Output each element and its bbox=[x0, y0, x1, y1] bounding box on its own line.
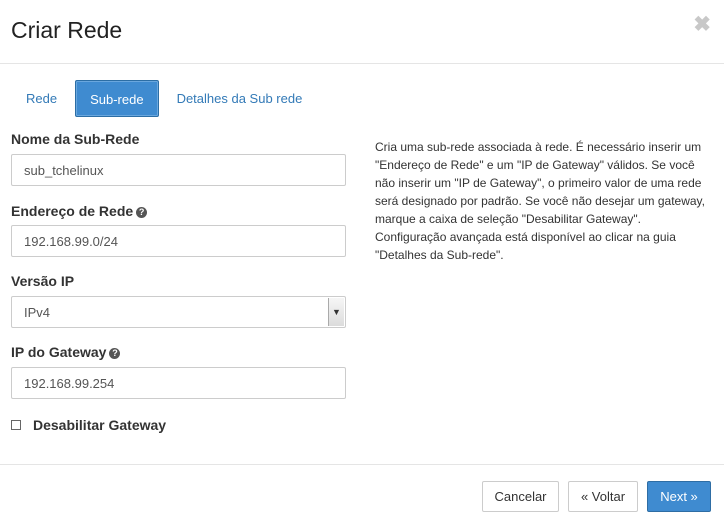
gateway-ip-input[interactable] bbox=[11, 367, 346, 399]
back-button[interactable]: « Voltar bbox=[568, 481, 638, 512]
tab-detalhes-sub-rede[interactable]: Detalhes da Sub rede bbox=[163, 80, 317, 117]
close-icon[interactable]: ✖ bbox=[693, 12, 711, 37]
tab-sub-rede[interactable]: Sub-rede bbox=[75, 80, 159, 117]
chevron-down-icon[interactable]: ▼ bbox=[328, 298, 344, 326]
ip-version-label: Versão IP bbox=[11, 273, 74, 289]
gateway-ip-label-text: IP do Gateway bbox=[11, 344, 107, 360]
ip-version-label-text: Versão IP bbox=[11, 273, 75, 289]
subnet-name-input[interactable] bbox=[11, 154, 346, 186]
gateway-ip-label: IP do Gateway? bbox=[11, 344, 121, 360]
next-button[interactable]: Next » bbox=[647, 481, 711, 512]
disable-gateway-label: Desabilitar Gateway bbox=[33, 417, 167, 433]
modal-title: Criar Rede bbox=[11, 17, 123, 43]
network-address-label: Endereço de Rede? bbox=[11, 203, 148, 219]
disable-gateway-row: Desabilitar Gateway bbox=[11, 417, 166, 433]
question-circle-icon[interactable]: ? bbox=[109, 348, 121, 359]
tab-rede[interactable]: Rede bbox=[12, 80, 71, 117]
help-description: Cria uma sub-rede associada à rede. É ne… bbox=[375, 140, 705, 262]
ip-version-value: IPv4 bbox=[24, 305, 51, 320]
subnet-name-label: Nome da Sub-Rede bbox=[11, 131, 139, 147]
wizard-tabs: Rede Sub-rede Detalhes da Sub rede bbox=[12, 80, 316, 117]
subnet-name-label-text: Nome da Sub-Rede bbox=[11, 131, 140, 147]
modal-header: Criar Rede ✖ bbox=[0, 0, 724, 64]
cancel-button[interactable]: Cancelar bbox=[482, 481, 559, 512]
ip-version-select[interactable]: IPv4 ▼ bbox=[11, 296, 346, 328]
network-address-input[interactable] bbox=[11, 225, 346, 257]
network-address-label-text: Endereço de Rede bbox=[11, 203, 134, 219]
disable-gateway-checkbox[interactable] bbox=[11, 420, 21, 430]
question-circle-icon[interactable]: ? bbox=[136, 207, 148, 218]
